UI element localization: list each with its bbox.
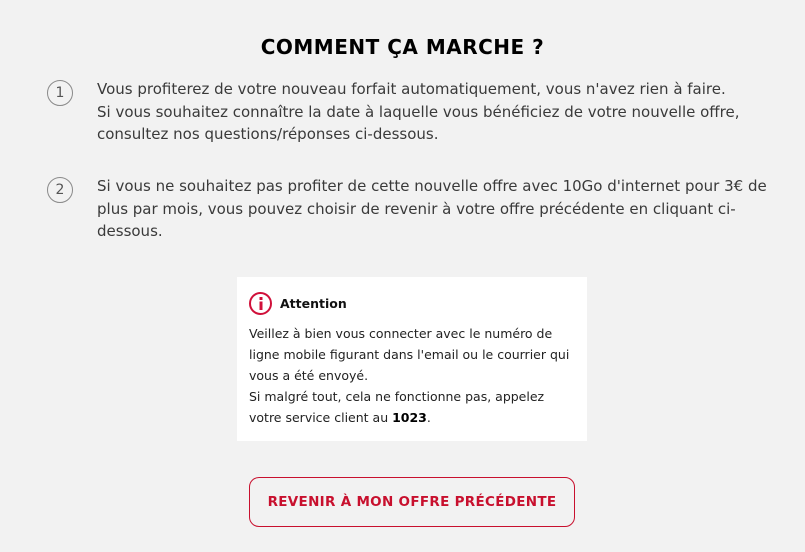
page: COMMENT ÇA MARCHE ? 1 Vous profiterez de… <box>0 0 805 552</box>
alert-title: Attention <box>280 295 347 311</box>
page-title: COMMENT ÇA MARCHE ? <box>260 35 545 59</box>
attention-alert-box: Attention Veillez à bien vous connecter … <box>237 277 587 441</box>
step-number-badge: 2 <box>47 177 73 203</box>
step-line: Vous profiterez de votre nouveau forfait… <box>97 80 726 98</box>
alert-body: Veillez à bien vous connecter avec le nu… <box>249 323 575 428</box>
alert-text: . <box>426 410 431 425</box>
alert-paragraph: Veillez à bien vous connecter avec le nu… <box>249 326 570 383</box>
step-text: Si vous ne souhaitez pas profiter de cet… <box>97 175 767 243</box>
step-text: Vous profiterez de votre nouveau forfait… <box>97 78 767 146</box>
step-line: Si vous ne souhaitez pas profiter de cet… <box>97 177 767 240</box>
info-icon <box>249 291 272 315</box>
revert-offer-button[interactable]: REVENIR À MON OFFRE PRÉCÉDENTE <box>249 477 575 527</box>
step-line: Si vous souhaitez connaître la date à la… <box>97 102 740 144</box>
alert-paragraph: Si malgré tout, cela ne fonctionne pas, … <box>249 386 575 428</box>
info-icon-glyph <box>259 296 262 310</box>
customer-service-number: 1023 <box>392 410 427 425</box>
step-number-badge: 1 <box>47 80 73 106</box>
alert-header: Attention <box>249 291 575 315</box>
